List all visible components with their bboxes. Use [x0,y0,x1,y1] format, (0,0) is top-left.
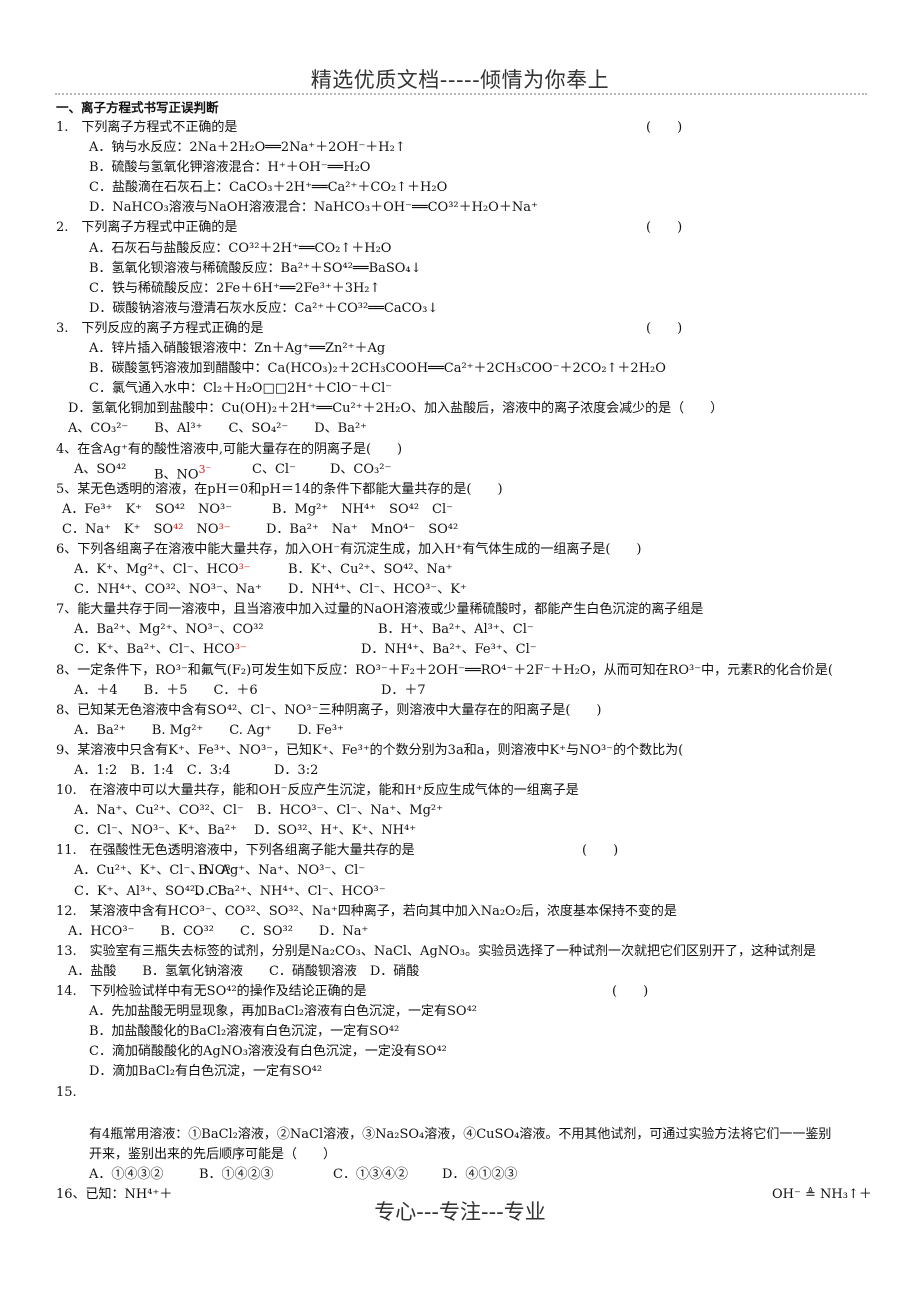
options-row: A．盐酸 B．氢氧化钠溶液 C．硝酸钡溶液 D．硝酸 [68,963,420,979]
option-d: D．碳酸钠溶液与澄清石灰水反应：Ca²⁺＋CO³²══CaCO₃↓ [89,300,439,316]
answer-bracket: ( ) [646,220,683,236]
question-15-stem-2: 开来，鉴别出来的先后顺序可能是（ ） [89,1146,337,1162]
options-row: A．＋4 B．＋5 C．＋6 D．＋7 [56,681,866,701]
section-title: 一、离子方程式书写正误判断 [56,100,219,115]
page-header: 精选优质文档-----倾情为你奉上 [310,68,610,92]
question-stem: 3. 下列反应的离子方程式正确的是 [56,320,264,336]
option-d: D．＋7 [381,682,426,698]
option-c: C．滴加硝酸酸化的AgNO₃溶液没有白色沉淀，一定没有SO⁴² [89,1044,447,1060]
option-a: A．锌片插入硝酸银溶液中：Zn＋Ag⁺══Zn²⁺＋Ag [89,341,386,357]
option-d: D．④①②③ [442,1166,518,1182]
option-a: A．K⁺、Mg²⁺、Cl⁻、HCO³⁻ [74,562,251,578]
option-d: D．Ba²⁺ Na⁺ MnO⁴⁻ SO⁴² [266,521,459,537]
options-row: C．NH⁴⁺、CO³²、NO³⁻、Na⁺ D．NH⁴⁺、Cl⁻、HCO³⁻、K⁺ [56,580,866,600]
options-row: A．1:2 B．1:4 C．3:4 D．3:2 [56,761,866,781]
option-a: A、SO⁴² [74,461,127,477]
option-d: D．NH⁴⁺、Ba²⁺、Fe³⁺、Cl⁻ [361,642,537,658]
red-superscript: ³⁻ [218,521,231,537]
option-a: A．①④③② [89,1166,164,1182]
question-10: 10. 在溶液中可以大量共存，能和OH⁻反应产生沉淀，能和H⁺反应生成气体的一组… [56,783,579,799]
question-15-stem-1: 有4瓶常用溶液：①BaCl₂溶液，②NaCl溶液，③Na₂SO₄溶液，④CuSO… [89,1126,832,1142]
option-b: B．H⁺、Ba²⁺、Al³⁺、Cl⁻ [378,622,534,638]
red-superscript: ³⁻ [234,642,247,658]
option-c: C．K⁺、Ba²⁺、Cl⁻、HCO³⁻ [74,642,247,658]
question-2: 2. 下列离子方程式中正确的是 ( ) [56,218,866,238]
options-row: A．Cu²⁺、K⁺、Cl⁻、NO³⁻ B．Ag⁺、Na⁺、NO³⁻、Cl⁻ [56,861,866,881]
option-c: C．铁与稀硫酸反应：2Fe＋6H⁺══2Fe³⁺＋3H₂↑ [89,280,381,296]
question-11: 11. 在强酸性无色透明溶液中，下列各组离子能大量共存的是 ( ) [56,841,866,861]
option-b: B．加盐酸酸化的BaCl₂溶液有白色沉淀，一定有SO⁴² [89,1024,400,1040]
option-a: A．先加盐酸无明显现象，再加BaCl₂溶液有白色沉淀，一定有SO⁴² [89,1004,477,1020]
question-5: 5、某无色透明的溶液，在pH＝0和pH＝14的条件下都能大量共存的是( ) [56,481,503,497]
options-row: A．①④③② B．①④②③ C．①③④② D．④①②③ [56,1165,866,1185]
document-body: 一、离子方程式书写正误判断 1. 下列离子方程式不正确的是 ( ) A．钠与水反… [56,98,872,1205]
question-13: 13. 实验室有三瓶失去标签的试剂，分别是Na₂CO₃、NaCl、AgNO₃。实… [56,943,817,959]
option-d: D．NH⁴⁺、Cl⁻、HCO³⁻、K⁺ [288,582,467,598]
answer-bracket: ( ) [582,843,619,859]
option-c: C．盐酸滴在石灰石上：CaCO₃＋2H⁺══Ca²⁺＋CO₂↑＋H₂O [89,180,448,196]
options-row: A．Na⁺、Cu²⁺、CO³²、Cl⁻ B．HCO³⁻、Cl⁻、Na⁺、Mg²⁺ [74,803,443,819]
option-b: B．Ag⁺、Na⁺、NO³⁻、Cl⁻ [198,863,366,879]
options-row: A．HCO³⁻ B．CO³² C．SO³² D．Na⁺ [68,923,369,939]
question-1: 1. 下列离子方程式不正确的是 ( ) [56,118,866,138]
option-b: B．K⁺、Cu²⁺、SO⁴²、Na⁺ [288,562,453,578]
options-row: C．Cl⁻、NO³⁻、K⁺、Ba²⁺ D．SO³²、H⁺、K⁺、NH⁴⁺ [74,823,417,839]
option-c: C．NH⁴⁺、CO³²、NO³⁻、Na⁺ [74,582,262,598]
option-b: B．氢氧化钡溶液与稀硫酸反应：Ba²⁺＋SO⁴²══BaSO₄↓ [89,260,422,276]
options-row: C．K⁺、Ba²⁺、Cl⁻、HCO³⁻ D．NH⁴⁺、Ba²⁺、Fe³⁺、Cl⁻ [56,640,866,660]
red-superscript: ³⁻ [238,562,251,578]
question-8b: 8、已知某无色溶液中含有SO⁴²、Cl⁻、NO³⁻三种阴离子，则溶液中大量存在的… [56,702,602,718]
options-row: A．Fe³⁺ K⁺ SO⁴² NO³⁻ B．Mg²⁺ NH⁴⁺ SO⁴² Cl⁻ [56,500,866,520]
option-a: A．Fe³⁺ K⁺ SO⁴² NO³⁻ [62,501,233,517]
question-stem: 1. 下列离子方程式不正确的是 [56,120,238,135]
option-a: A．钠与水反应：2Na＋2H₂O══2Na⁺＋2OH⁻＋H₂↑ [89,140,406,156]
option-b: B．碳酸氢钙溶液加到醋酸中：Ca(HCO₃)₂＋2CH₃COOH══Ca²⁺＋2… [89,361,666,377]
question-6: 6、下列各组离子在溶液中能大量共存，加入OH⁻有沉淀生成，加入H⁺有气体生成的一… [56,541,642,557]
option-a: A．Ba²⁺、Mg²⁺、NO³⁻、CO³² [74,622,264,638]
answer-bracket: ( ) [646,320,683,336]
option-d: D．Ba²⁺、NH⁴⁺、Cl⁻、HCO³⁻ [194,883,386,899]
question-stem: 14. 下列检验试样中有无SO⁴²的操作及结论正确的是 [56,984,367,1000]
option-b: B．硫酸与氢氧化钾溶液混合：H⁺＋OH⁻══H₂O [89,160,371,176]
option-d: D．滴加BaCl₂有白色沉淀，一定有SO⁴² [89,1064,323,1080]
answer-bracket: ( ) [612,984,649,1000]
question-stem: 2. 下列离子方程式中正确的是 [56,220,238,236]
question-8a: 8、一定条件下，RO³⁻和氟气(F₂)可发生如下反应：RO³⁻＋F₂＋2OH⁻═… [56,662,833,678]
options-row: A、CO₃²⁻ B、Al³⁺ C、SO₄²⁻ D、Ba²⁺ [68,421,368,437]
question-4: 4、在含Ag⁺有的酸性溶液中,可能大量存在的阴离子是( ) [56,441,403,457]
option-b: B．Mg²⁺ NH⁴⁺ SO⁴² Cl⁻ [272,501,453,517]
options-row: A．K⁺、Mg²⁺、Cl⁻、HCO³⁻ B．K⁺、Cu²⁺、SO⁴²、Na⁺ [56,560,866,580]
red-superscript: ⁴² [173,521,184,537]
option-c: C．氯气通入水中：Cl₂＋H₂O□□2H⁺＋ClO⁻＋Cl⁻ [89,381,393,397]
options-row: A．Ba²⁺、Mg²⁺、NO³⁻、CO³² B．H⁺、Ba²⁺、Al³⁺、Cl⁻ [56,620,866,640]
option-c: C．①③④② [333,1166,408,1182]
question-7: 7、能大量共存于同一溶液中，且当溶液中加入过量的NaOH溶液或少量稀硫酸时，都能… [56,602,704,618]
page-footer: 专心---专注---专业 [374,1200,546,1224]
question-15-number: 15. [56,1084,77,1100]
option-c: C、Cl⁻ [252,461,296,477]
option-d: D．3:2 [274,763,319,778]
option-c: C．Na⁺ K⁺ SO⁴² NO³⁻ [62,521,231,537]
option-b: B．①④②③ [199,1166,274,1182]
option-a: A．石灰石与盐酸反应：CO³²＋2H⁺══CO₂↑＋H₂O [89,240,392,256]
answer-bracket: ( ) [646,120,683,135]
options-abc: A．＋4 B．＋5 C．＋6 [74,682,258,698]
option-d: D．NaHCO₃溶液与NaOH溶液混合：NaHCO₃＋OH⁻══CO³²＋H₂O… [89,200,538,216]
option-d: D．氢氧化铜加到盐酸中：Cu(OH)₂＋2H⁺══Cu²⁺＋2H₂O、加入盐酸后… [68,401,724,417]
question-stem: 11. 在强酸性无色透明溶液中，下列各组离子能大量共存的是 [56,843,415,859]
options-row: C．Na⁺ K⁺ SO⁴² NO³⁻ D．Ba²⁺ Na⁺ MnO⁴⁻ SO⁴² [56,520,866,540]
question-14: 14. 下列检验试样中有无SO⁴²的操作及结论正确的是 ( ) [56,982,866,1002]
options-row: C．K⁺、Al³⁺、SO⁴²、Cl⁻ D．Ba²⁺、NH⁴⁺、Cl⁻、HCO³⁻ [56,882,866,902]
options-row: A．Ba²⁺ B. Mg²⁺ C. Ag⁺ D. Fe³⁺ [74,722,344,738]
question-12: 12. 某溶液中含有HCO³⁻、CO³²、SO³²、Na⁺四种离子，若向其中加入… [56,903,677,919]
question-3: 3. 下列反应的离子方程式正确的是 ( ) [56,319,866,339]
options-row: A、SO⁴² B、NO3⁻ C、Cl⁻ D、CO₃²⁻ [56,460,866,482]
header-rule [55,93,867,95]
red-superscript: 3⁻ [198,462,212,476]
question-9: 9、某溶液中只含有K⁺、Fe³⁺、NO³⁻，已知K⁺、Fe³⁺的个数分别为3a和… [56,742,684,758]
option-d: D、CO₃²⁻ [330,461,392,477]
options-abc: A．1:2 B．1:4 C．3:4 [74,763,231,778]
